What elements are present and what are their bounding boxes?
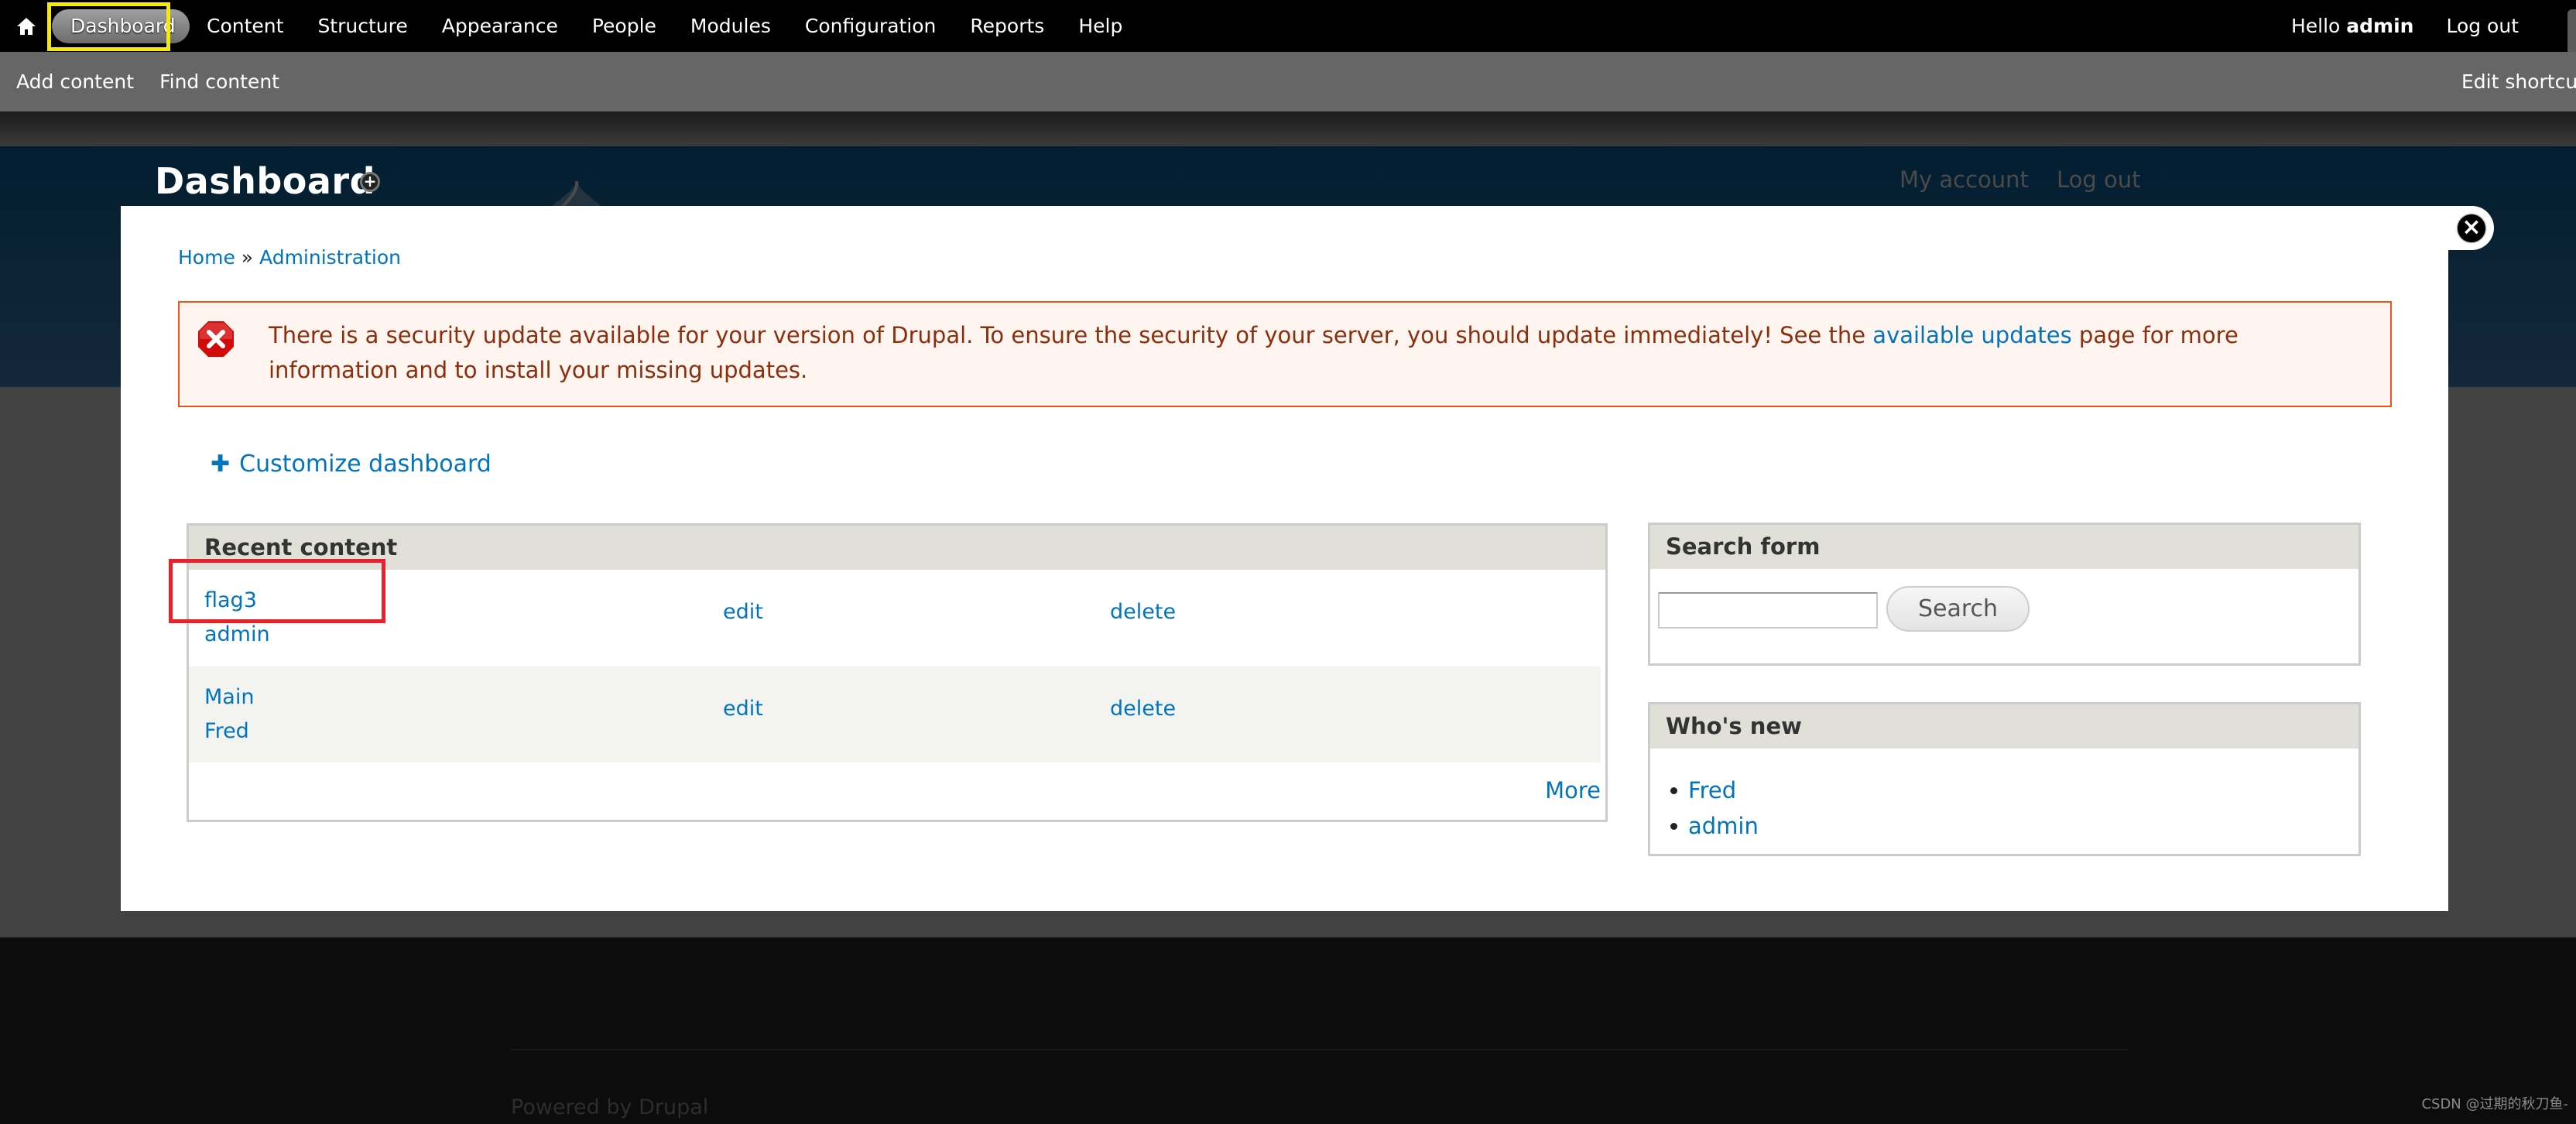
close-icon[interactable]: ×: [2458, 214, 2485, 242]
powered-by: Powered by Drupal: [511, 1095, 708, 1119]
secondary-logout-link[interactable]: Log out: [2057, 166, 2141, 193]
secondary-menu: My account Log out: [1899, 166, 2140, 193]
search-form-block: Search form Search: [1648, 523, 2361, 666]
breadcrumb: Home » Administration: [178, 246, 401, 269]
menu-item-people[interactable]: People: [575, 9, 673, 43]
whos-new-list: Fred admin: [1670, 773, 1759, 844]
delete-link[interactable]: delete: [1110, 600, 1176, 624]
greeting-prefix: Hello: [2290, 15, 2341, 37]
user-link[interactable]: Fred: [1688, 773, 1736, 808]
shortcuts-drawer-toggle[interactable]: [2567, 9, 2576, 52]
drupal-link[interactable]: Drupal: [639, 1095, 708, 1119]
menu-item-modules[interactable]: Modules: [673, 9, 788, 43]
user-link[interactable]: admin: [1688, 808, 1759, 844]
page-footer: Powered by Drupal: [0, 937, 2576, 1124]
search-button[interactable]: Search: [1886, 586, 2030, 632]
error-message-text: There is a security update available for…: [269, 318, 2374, 388]
breadcrumb-administration[interactable]: Administration: [259, 246, 401, 269]
admin-toolbar: Dashboard Content Structure Appearance P…: [0, 0, 2576, 52]
menu-item-structure[interactable]: Structure: [300, 9, 424, 43]
menu-item-configuration[interactable]: Configuration: [788, 9, 954, 43]
content-author-link[interactable]: Fred: [204, 714, 254, 749]
more-link[interactable]: More: [1545, 777, 1601, 804]
home-icon[interactable]: [15, 15, 37, 37]
page-title: Dashboard: [155, 160, 376, 202]
customize-dashboard-link[interactable]: ✚ Customize dashboard: [211, 451, 492, 478]
menu-item-appearance[interactable]: Appearance: [425, 9, 575, 43]
overlay-dialog: Home » Administration There is a securit…: [121, 206, 2448, 911]
admin-menu: Dashboard Content Structure Appearance P…: [52, 0, 1139, 52]
error-icon: [198, 321, 234, 357]
watermark: CSDN @过期的秋刀鱼-: [2421, 1096, 2568, 1112]
whos-new-block: Who's new Fred admin: [1648, 702, 2361, 856]
menu-item-reports[interactable]: Reports: [953, 9, 1061, 43]
edit-link[interactable]: edit: [723, 600, 763, 624]
powered-prefix: Powered by: [511, 1095, 632, 1119]
message-text-before: There is a security update available for…: [269, 322, 1873, 348]
customize-dashboard-label: Customize dashboard: [239, 451, 492, 478]
toolbar-shadow: [0, 111, 2576, 146]
recent-content-title: Recent content: [189, 526, 1605, 570]
content-title-link[interactable]: Main: [204, 680, 254, 714]
edit-shortcuts-link[interactable]: Edit shortcuts: [2461, 52, 2576, 111]
search-form-title: Search form: [1650, 525, 2358, 569]
shortcut-find-content[interactable]: Find content: [159, 70, 279, 93]
table-row: Main Fred edit delete: [189, 667, 1601, 762]
breadcrumb-home[interactable]: Home: [178, 246, 235, 269]
content-title-link[interactable]: flag3: [204, 584, 270, 618]
menu-item-content[interactable]: Content: [190, 9, 300, 43]
list-item: admin: [1670, 808, 1759, 844]
menu-item-dashboard[interactable]: Dashboard: [52, 9, 190, 43]
user-menu: Hello admin Log out: [2291, 0, 2519, 52]
search-input[interactable]: [1658, 592, 1878, 629]
recent-content-block: Recent content flag3 admin edit delete M…: [187, 523, 1608, 822]
table-row: flag3 admin edit delete: [189, 570, 1601, 666]
available-updates-link[interactable]: available updates: [1872, 322, 2071, 348]
menu-item-help[interactable]: Help: [1061, 9, 1139, 43]
shortcuts-bar: Add content Find content Edit shortcuts: [0, 52, 2576, 111]
bullet-icon: [1670, 786, 1677, 794]
edit-link[interactable]: edit: [723, 697, 763, 721]
footer-divider: [511, 1049, 2129, 1050]
my-account-link[interactable]: My account: [1899, 166, 2029, 193]
breadcrumb-separator: »: [241, 246, 254, 269]
logout-link[interactable]: Log out: [2446, 15, 2519, 37]
plus-circle-icon[interactable]: +: [360, 172, 380, 192]
content-author-link[interactable]: admin: [204, 618, 270, 652]
username: admin: [2346, 15, 2414, 37]
error-message: There is a security update available for…: [178, 301, 2392, 407]
list-item: Fred: [1670, 773, 1759, 808]
shortcut-add-content[interactable]: Add content: [16, 70, 134, 93]
whos-new-title: Who's new: [1650, 704, 2358, 749]
user-greeting[interactable]: Hello admin: [2291, 15, 2414, 37]
plus-icon: ✚: [211, 451, 231, 478]
bullet-icon: [1670, 822, 1677, 830]
delete-link[interactable]: delete: [1110, 697, 1176, 721]
